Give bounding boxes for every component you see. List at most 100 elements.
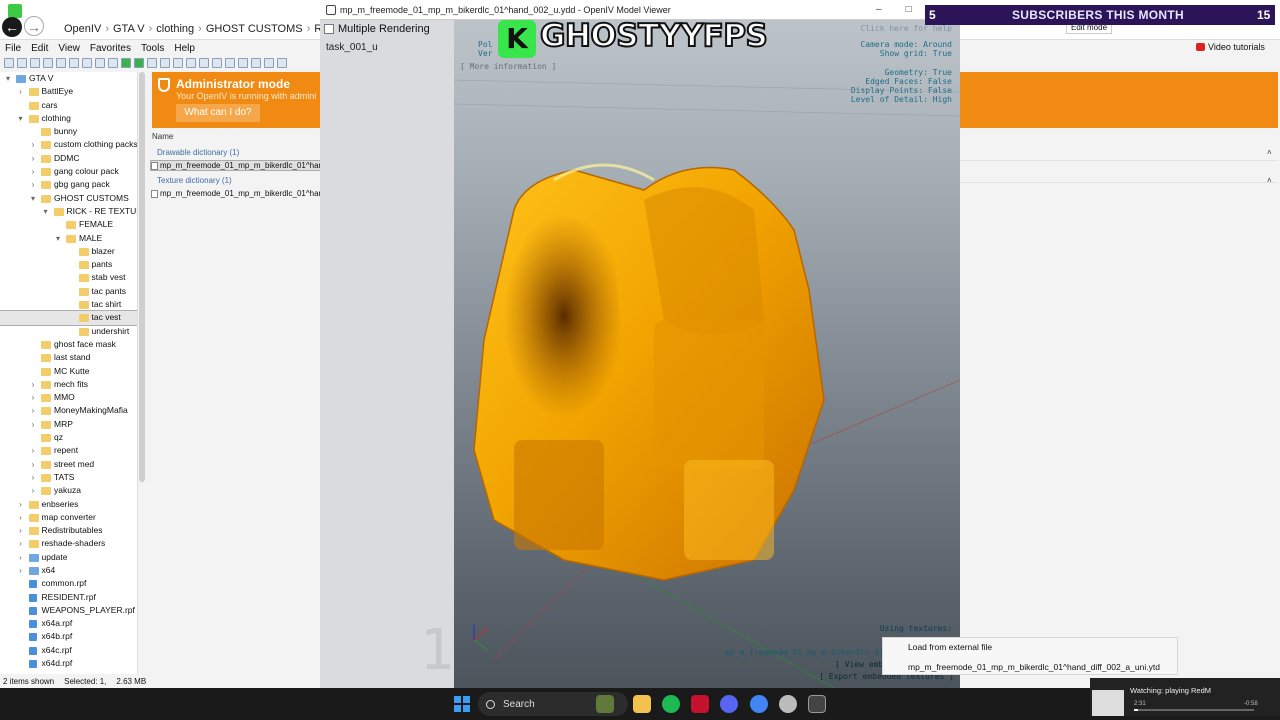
maximize-icon[interactable]: □ (906, 4, 912, 15)
expand-arrow-icon[interactable]: › (29, 418, 37, 431)
tree-item[interactable]: ghost face mask (0, 338, 137, 351)
expand-arrow-icon[interactable]: › (29, 391, 37, 404)
tree-item[interactable]: MC Kutte (0, 365, 137, 378)
tree-item[interactable]: ▾ GTA V (0, 72, 137, 85)
toolbar-button-icon[interactable] (30, 58, 40, 68)
expand-arrow-icon[interactable]: › (17, 564, 25, 577)
expand-arrow-icon[interactable]: › (17, 498, 25, 511)
toolbar-button-icon[interactable] (186, 58, 196, 68)
texture-name[interactable]: mp_m_freemode_01_mp_m_bikerdlc_01 (725, 648, 884, 657)
tree-item[interactable]: ▾ GHOST CUSTOMS (0, 192, 137, 205)
discord-icon[interactable] (720, 695, 738, 713)
tree-item[interactable]: › mech fits (0, 378, 137, 391)
name-column-header[interactable]: Name (152, 132, 173, 141)
tree-item[interactable]: › custom clothing packs (0, 138, 137, 151)
load-external-file-item[interactable]: Load from external file (908, 642, 992, 652)
texture-dictionary-group[interactable]: Texture dictionary (1) (157, 176, 232, 185)
video-tutorials-link[interactable]: Video tutorials (1196, 42, 1265, 52)
multiple-rendering-checkbox[interactable] (324, 24, 334, 34)
collapse-arrow-icon[interactable]: ▾ (4, 72, 12, 85)
tree-item[interactable]: common.rpf (0, 577, 137, 590)
tree-item[interactable]: › reshade-shaders (0, 537, 137, 550)
tree-item[interactable]: x64d.rpf (0, 657, 137, 670)
tree-item[interactable]: › enbseries (0, 498, 137, 511)
menu-item-file[interactable]: File (0, 41, 26, 55)
spotify-icon[interactable] (662, 695, 680, 713)
drawable-dictionary-group[interactable]: Drawable dictionary (1) (157, 148, 239, 157)
tree-item[interactable]: blazer (0, 245, 137, 258)
tree-item[interactable]: FEMALE (0, 218, 137, 231)
tree-item[interactable]: › update (0, 551, 137, 564)
toolbar-button-icon[interactable] (121, 58, 131, 68)
tree-item[interactable]: x64c.rpf (0, 644, 137, 657)
openiv-taskbar-icon[interactable] (808, 695, 826, 713)
tree-item[interactable]: › gbg gang pack (0, 178, 137, 191)
tree-item[interactable]: ▾ MALE (0, 232, 137, 245)
steam-icon[interactable] (779, 695, 797, 713)
windows-start-icon[interactable] (454, 696, 470, 712)
minimize-icon[interactable]: – (876, 4, 882, 15)
toolbar-button-icon[interactable] (134, 58, 144, 68)
breadcrumb-item[interactable]: GHOST CUSTOMS (202, 23, 307, 35)
menu-item-help[interactable]: Help (169, 41, 200, 55)
breadcrumb-item[interactable]: OpenIV (60, 23, 105, 35)
tree-item[interactable]: › gang colour pack (0, 165, 137, 178)
collapse-icon[interactable]: ˄ (1267, 176, 1272, 185)
breadcrumb-item[interactable]: clothing (152, 23, 198, 35)
toolbar-button-icon[interactable] (4, 58, 14, 68)
tree-item[interactable]: RESIDENT.rpf (0, 591, 137, 604)
tree-item[interactable]: › yakuza (0, 484, 137, 497)
collapse-icon[interactable]: ˄ (1267, 148, 1272, 157)
chrome-icon[interactable] (750, 695, 768, 713)
toolbar-button-icon[interactable] (160, 58, 170, 68)
tree-item[interactable]: x64a.rpf (0, 617, 137, 630)
toolbar-button-icon[interactable] (95, 58, 105, 68)
toolbar-button-icon[interactable] (251, 58, 261, 68)
back-button[interactable]: ← (2, 17, 22, 37)
toolbar-button-icon[interactable] (56, 58, 66, 68)
toolbar-button-icon[interactable] (17, 58, 27, 68)
expand-arrow-icon[interactable]: › (29, 471, 37, 484)
tree-item[interactable]: bunny (0, 125, 137, 138)
file-explorer-icon[interactable] (633, 695, 651, 713)
expand-arrow-icon[interactable]: › (17, 511, 25, 524)
toolbar-button-icon[interactable] (264, 58, 274, 68)
tree-item[interactable]: WEAPONS_PLAYER.rpf (0, 604, 137, 617)
tree-item[interactable]: ▾ clothing (0, 112, 137, 125)
toolbar-button-icon[interactable] (212, 58, 222, 68)
tree-item[interactable]: stab vest (0, 271, 137, 284)
menu-item-favorites[interactable]: Favorites (85, 41, 136, 55)
collapse-arrow-icon[interactable]: ▾ (54, 232, 62, 245)
menu-item-edit[interactable]: Edit (26, 41, 53, 55)
expand-arrow-icon[interactable]: › (17, 537, 25, 550)
collapse-arrow-icon[interactable]: ▾ (29, 192, 37, 205)
expand-arrow-icon[interactable]: › (17, 85, 25, 98)
toolbar-button-icon[interactable] (82, 58, 92, 68)
toolbar-button-icon[interactable] (173, 58, 183, 68)
game-app-icon[interactable] (596, 695, 614, 713)
tree-item[interactable]: last stand (0, 351, 137, 364)
toolbar-button-icon[interactable] (108, 58, 118, 68)
menu-item-tools[interactable]: Tools (136, 41, 169, 55)
what-can-i-do-button[interactable]: What can I do? (176, 104, 260, 122)
expand-arrow-icon[interactable]: › (29, 404, 37, 417)
file-item-drawable[interactable]: mp_m_freemode_01_mp_m_bikerdlc_01^hand_0 (150, 160, 321, 171)
multiple-rendering-toggle[interactable]: Multiple Rendering (324, 23, 430, 35)
tree-item[interactable]: › x64 (0, 564, 137, 577)
task-list-item[interactable]: task_001_u (326, 42, 450, 53)
toolbar-button-icon[interactable] (238, 58, 248, 68)
collapse-arrow-icon[interactable]: ▾ (42, 205, 50, 218)
forward-button[interactable]: → (24, 16, 44, 36)
breadcrumb-item[interactable]: GTA V (109, 23, 149, 35)
tree-item[interactable]: › TATS (0, 471, 137, 484)
collapse-arrow-icon[interactable]: ▾ (17, 112, 25, 125)
tree-item[interactable]: › map converter (0, 511, 137, 524)
tree-item[interactable]: undershirt (0, 325, 137, 338)
expand-arrow-icon[interactable]: › (29, 152, 37, 165)
tree-item[interactable]: ▾ RICK - RE TEXTURE (0, 205, 137, 218)
tree-item[interactable]: › street med (0, 458, 137, 471)
tree-item[interactable]: › repent (0, 444, 137, 457)
3d-viewport[interactable]: Pol Ver [ More information ] Click here … (454, 20, 960, 688)
tree-item[interactable]: › BattlEye (0, 85, 137, 98)
expand-arrow-icon[interactable]: › (17, 524, 25, 537)
